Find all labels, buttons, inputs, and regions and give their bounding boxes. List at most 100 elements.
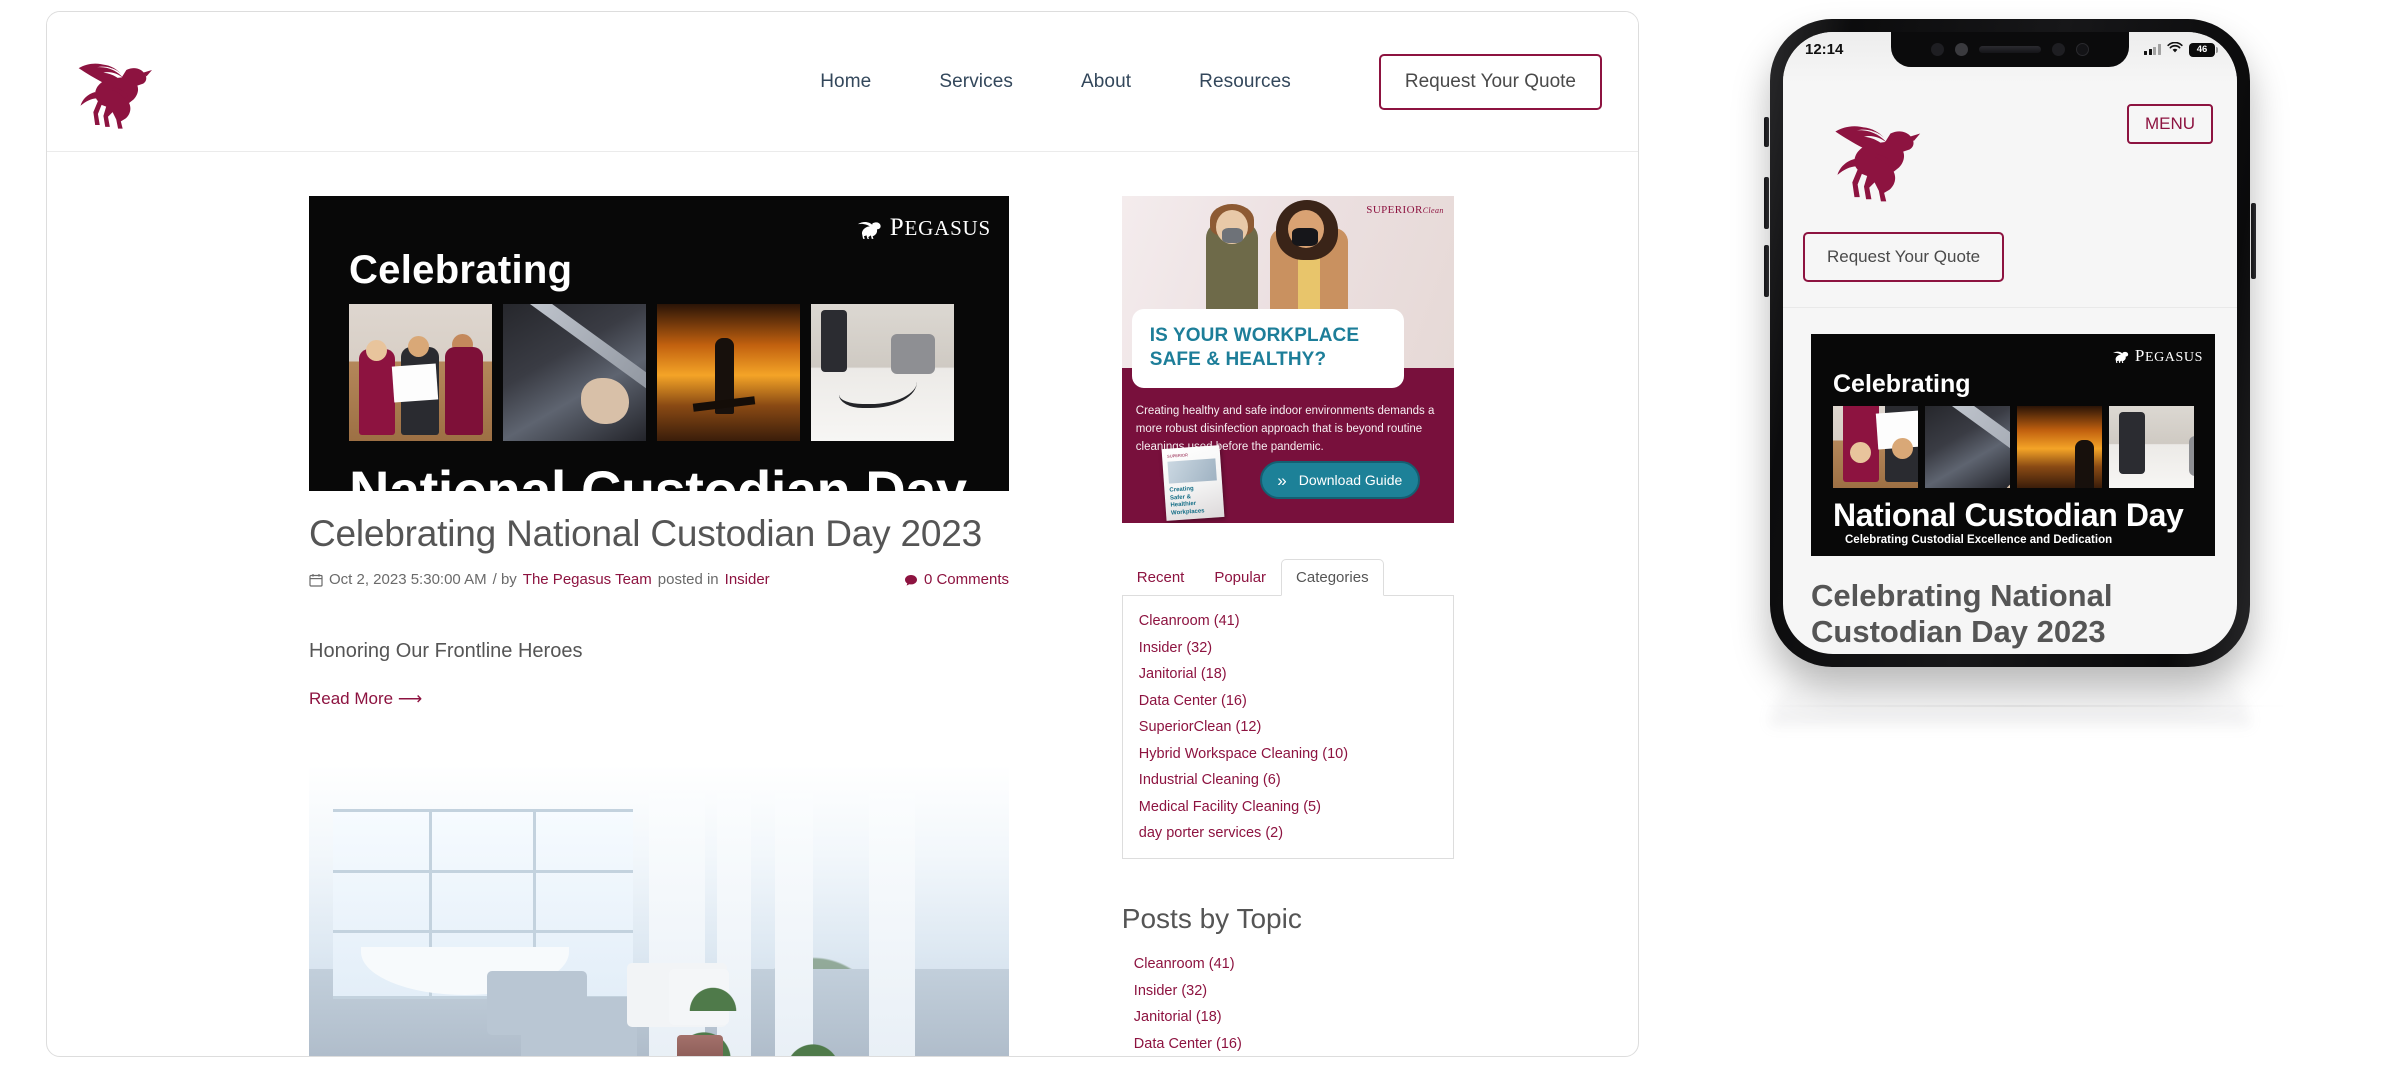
mobile-menu-button[interactable]: MENU <box>2126 104 2213 144</box>
category-link-day-porter[interactable]: day porter services (2) <box>1139 825 1283 841</box>
phone-frame: 12:14 46 MENU Request Your Quote PEGASUS… <box>1770 19 2250 667</box>
site-header: Home Services About Resources Request Yo… <box>47 12 1638 152</box>
mobile-site-header: MENU Request Your Quote <box>1783 84 2237 308</box>
download-guide-button[interactable]: » Download Guide <box>1259 461 1420 499</box>
mobile-banner-subtitle: Celebrating Custodial Excellence and Ded… <box>1845 534 2113 546</box>
topic-link-janitorial[interactable]: Janitorial (18) <box>1134 1009 1222 1025</box>
phone-screen: 12:14 46 MENU Request Your Quote PEGASUS… <box>1783 32 2237 654</box>
topics-list: Cleanroom (41) Insider (32) Janitorial (… <box>1122 955 1638 1056</box>
categories-panel: Cleanroom (41) Insider (32) Janitorial (… <box>1121 595 1454 859</box>
status-time: 12:14 <box>1805 41 1844 58</box>
article-banner-image[interactable]: PEGASUS Celebrating National Custodian D… <box>309 196 1009 491</box>
article-comments-link[interactable]: 0 Comments <box>904 571 1009 588</box>
silent-switch-button[interactable] <box>1764 117 1769 147</box>
blog-main-column: PEGASUS Celebrating National Custodian D… <box>47 196 1086 1056</box>
list-item: Insider (32) <box>1134 982 1638 1000</box>
article-inline-photo[interactable] <box>309 765 1009 1056</box>
arrow-right-icon: ⟶ <box>397 689 423 708</box>
list-item: SuperiorClean (12) <box>1139 718 1435 736</box>
nav-item-services[interactable]: Services <box>905 71 1047 93</box>
pegasus-banner-logo: PEGASUS <box>2112 346 2203 366</box>
banner-brand-text: PEGASUS <box>889 214 991 241</box>
list-item: Hybrid Workspace Cleaning (10) <box>1139 745 1435 763</box>
category-link-insider[interactable]: Insider (32) <box>1139 640 1212 656</box>
banner-photo-lobby-mopping <box>657 304 800 441</box>
surface-shadow <box>1752 705 2292 707</box>
nav-item-resources[interactable]: Resources <box>1165 71 1325 93</box>
category-list: Cleanroom (41) Insider (32) Janitorial (… <box>1139 612 1435 842</box>
list-item: Insider (32) <box>1139 639 1435 657</box>
booklet-title: Creating Safer & Healthier Workplaces <box>1169 485 1205 517</box>
superiorclean-brand: SUPERIOR <box>1366 204 1423 216</box>
banner-photo-floor-buffing <box>2109 406 2194 488</box>
article-author-link[interactable]: The Pegasus Team <box>523 571 652 588</box>
article-date: Oct 2, 2023 5:30:00 AM <box>329 571 487 588</box>
list-item: day porter services (2) <box>1139 824 1435 842</box>
battery-level: 46 <box>2196 44 2208 55</box>
tab-recent[interactable]: Recent <box>1122 559 1200 595</box>
mobile-banner-photo-strip <box>1833 406 2194 488</box>
pegasus-logo-icon[interactable] <box>1829 108 1935 210</box>
list-item: Industrial Cleaning (6) <box>1139 771 1435 789</box>
category-link-data-center[interactable]: Data Center (16) <box>1139 693 1247 709</box>
cta-booklet-thumbnail: SUPERIOR Creating Safer & Healthier Work… <box>1161 445 1225 521</box>
phone-reflection <box>1770 668 2250 726</box>
topic-link-cleanroom[interactable]: Cleanroom (41) <box>1134 956 1235 972</box>
article-lede: Honoring Our Frontline Heroes <box>309 640 583 662</box>
desktop-browser-preview: Home Services About Resources Request Yo… <box>46 11 1639 1057</box>
banner-kicker: Celebrating <box>349 248 573 292</box>
category-link-janitorial[interactable]: Janitorial (18) <box>1139 666 1227 682</box>
article-by-prefix: / by <box>492 571 517 588</box>
article-title[interactable]: Celebrating National Custodian Day 2023 <box>309 513 1086 555</box>
tab-popular[interactable]: Popular <box>1199 559 1281 595</box>
list-item: Cleanroom (41) <box>1134 955 1638 973</box>
power-button[interactable] <box>2251 203 2256 279</box>
topic-link-insider[interactable]: Insider (32) <box>1134 983 1207 999</box>
mobile-banner-title: National Custodian Day <box>1833 497 2184 533</box>
category-link-hybrid-workspace[interactable]: Hybrid Workspace Cleaning (10) <box>1139 746 1348 762</box>
article-posted-in-label: posted in <box>657 571 719 588</box>
cellular-bars-icon <box>2144 44 2161 55</box>
category-link-cleanroom[interactable]: Cleanroom (41) <box>1139 613 1240 629</box>
nav-item-about[interactable]: About <box>1047 71 1165 93</box>
volume-up-button[interactable] <box>1764 177 1769 229</box>
list-item: Cleanroom (41) <box>1139 612 1435 630</box>
volume-down-button[interactable] <box>1764 245 1769 297</box>
battery-icon: 46 <box>2189 42 2218 57</box>
banner-photo-strip <box>349 304 954 441</box>
cta-headline: IS YOUR WORKPLACE SAFE & HEALTHY? <box>1131 309 1404 388</box>
mobile-article-banner-image[interactable]: PEGASUS Celebrating National Custodian D… <box>1811 334 2215 556</box>
banner-brand-text: PEGASUS <box>2134 346 2203 365</box>
phone-scroll-area[interactable]: MENU Request Your Quote PEGASUS Celebrat… <box>1783 84 2237 654</box>
calendar-icon <box>309 573 323 587</box>
article-comments-count: 0 Comments <box>923 571 1009 588</box>
category-link-industrial[interactable]: Industrial Cleaning (6) <box>1139 772 1281 788</box>
category-link-superiorclean[interactable]: SuperiorClean (12) <box>1139 719 1262 735</box>
pegasus-logo-icon[interactable] <box>73 48 165 136</box>
page-body: PEGASUS Celebrating National Custodian D… <box>47 152 1638 1056</box>
topic-link-data-center[interactable]: Data Center (16) <box>1134 1036 1242 1052</box>
nav-item-home[interactable]: Home <box>786 71 905 93</box>
mobile-request-quote-button[interactable]: Request Your Quote <box>1803 232 2005 282</box>
comment-bubble-icon <box>904 573 918 587</box>
main-navigation: Home Services About Resources Request Yo… <box>786 12 1602 152</box>
superiorclean-logo: SUPERIORClean <box>1366 204 1444 216</box>
banner-photo-team <box>349 304 492 441</box>
article-meta: Oct 2, 2023 5:30:00 AM / by The Pegasus … <box>309 571 1009 588</box>
list-item: Data Center (16) <box>1139 692 1435 710</box>
banner-photo-glass-cleaning <box>1925 406 2010 488</box>
screenshot-stage: Home Services About Resources Request Yo… <box>0 0 2400 1067</box>
mobile-device-preview: 12:14 46 MENU Request Your Quote PEGASUS… <box>1752 5 2292 1005</box>
banner-title: National Custodian Day <box>349 459 967 491</box>
superiorclean-cta-card[interactable]: SUPERIORClean IS YOUR WORKPLACE SAFE & H… <box>1121 196 1454 523</box>
superiorclean-brand-sub: Clean <box>1422 206 1444 215</box>
banner-photo-team <box>1833 406 1918 488</box>
category-link-medical-facility[interactable]: Medical Facility Cleaning (5) <box>1139 799 1321 815</box>
request-quote-button[interactable]: Request Your Quote <box>1378 54 1602 110</box>
pegasus-banner-logo: PEGASUS <box>857 214 991 242</box>
article-category-link[interactable]: Insider <box>725 571 770 588</box>
mobile-article-title[interactable]: Celebrating National Custodian Day 2023 <box>1811 578 2209 651</box>
sidebar-tabs: Recent Popular Categories <box>1122 559 1454 596</box>
tab-categories[interactable]: Categories <box>1281 559 1384 596</box>
read-more-link[interactable]: Read More ⟶ <box>309 689 422 709</box>
